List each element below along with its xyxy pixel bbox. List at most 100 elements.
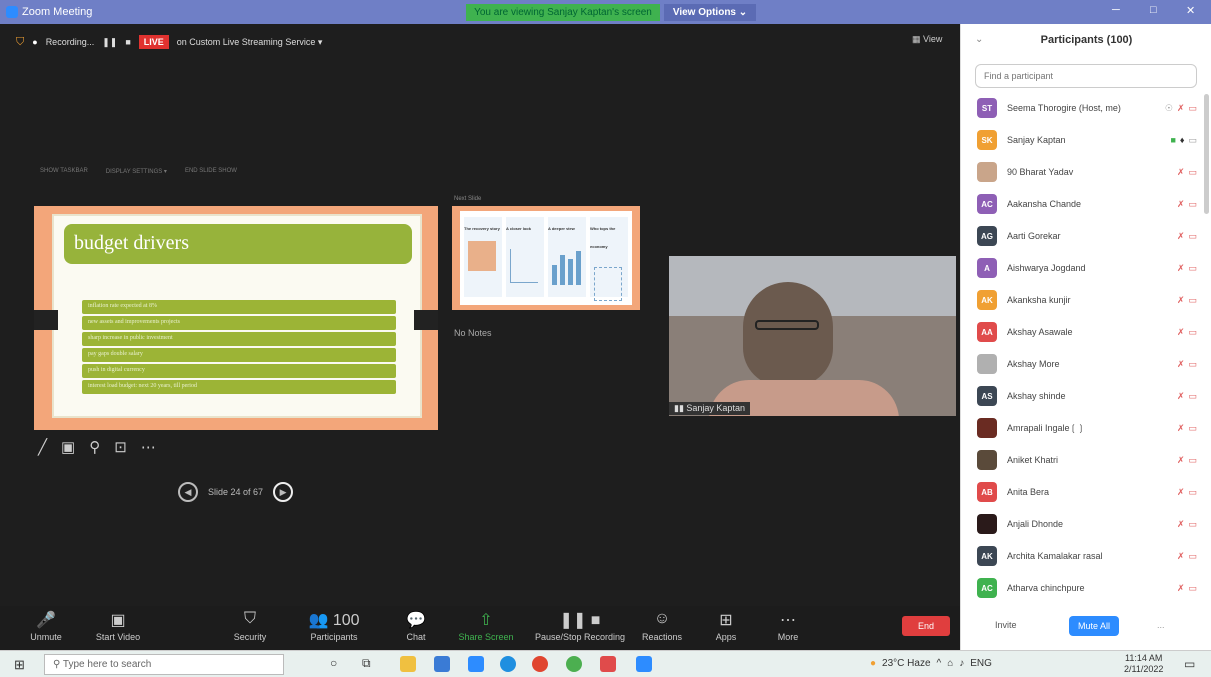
chat-button[interactable]: 💬 Chat: [376, 610, 456, 642]
invite-button[interactable]: Invite: [995, 620, 1017, 630]
close-icon[interactable]: ✕: [1186, 4, 1195, 17]
pause-stop-recording-label: Pause/Stop Recording: [534, 632, 626, 642]
participant-row[interactable]: AC Atharva chinchpure ✗ ▭: [977, 576, 1197, 600]
live-badge[interactable]: LIVE: [138, 35, 169, 49]
participant-name: Atharva chinchpure: [1007, 583, 1085, 593]
more-options-icon[interactable]: ⋯: [141, 438, 156, 456]
avatar: [977, 418, 997, 438]
mic-muted-icon: ✗: [1176, 422, 1185, 433]
participant-row[interactable]: AA Akshay Asawale ✗ ▭: [977, 320, 1197, 344]
participant-row[interactable]: Aniket Khatri ✗ ▭: [977, 448, 1197, 472]
participant-row[interactable]: AG Aarti Gorekar ✗ ▭: [977, 224, 1197, 248]
grid-view-icon[interactable]: ▣: [61, 438, 75, 456]
participants-button[interactable]: 👥 100 Participants: [294, 610, 374, 642]
participant-name: Akshay More: [1007, 359, 1060, 369]
cortana-icon[interactable]: ○: [330, 656, 337, 670]
unmute-button[interactable]: 🎤 Unmute: [6, 610, 86, 642]
avatar: [977, 450, 997, 470]
avatar: AA: [977, 322, 997, 342]
next-slide-button[interactable]: ▶: [273, 482, 294, 502]
start-video-button[interactable]: ▣ Start Video: [78, 610, 158, 642]
view-options-button[interactable]: View Options ⌄: [664, 4, 756, 21]
participant-row[interactable]: 90 Bharat Yadav ✗ ▭: [977, 160, 1197, 184]
powerpoint-icon[interactable]: [532, 656, 548, 672]
display-settings-button[interactable]: DISPLAY SETTINGS ▾: [106, 168, 167, 175]
taskbar-clock[interactable]: 11:14 AM 2/11/2022: [1124, 653, 1163, 675]
volume-icon[interactable]: ♪: [959, 658, 964, 669]
pen-icon[interactable]: ╱: [38, 438, 47, 456]
video-glasses: [755, 320, 819, 330]
participant-row[interactable]: Akshay More ✗ ▭: [977, 352, 1197, 376]
subtitles-icon[interactable]: ⊡: [114, 438, 127, 456]
mail-icon[interactable]: [434, 656, 450, 672]
participant-row[interactable]: ST Seema Thorogire (Host, me) ☉ ✗ ▭: [977, 96, 1197, 120]
more-label: More: [777, 632, 799, 642]
slide-bullet: new assets and improvements projects: [82, 316, 396, 330]
zoom-taskbar-icon[interactable]: [636, 656, 652, 672]
participant-row[interactable]: Anjali Dhonde ✗ ▭: [977, 512, 1197, 536]
avatar: SK: [977, 130, 997, 150]
show-taskbar-button[interactable]: SHOW TASKBAR: [40, 168, 88, 175]
mute-all-button[interactable]: Mute All: [1069, 616, 1119, 636]
end-slide-show-button[interactable]: END SLIDE SHOW: [185, 168, 237, 175]
video-off-icon: ▭: [1188, 358, 1197, 369]
network-icon[interactable]: ⌂: [947, 658, 953, 669]
pause-recording-button[interactable]: ❚❚: [102, 37, 117, 48]
next-slide-column: The recovery story: [464, 217, 502, 297]
avatar: AC: [977, 578, 997, 598]
next-slide-preview[interactable]: The recovery story A closer look A deepe…: [452, 206, 640, 310]
participant-row[interactable]: AK Akanksha kunjir ✗ ▭: [977, 288, 1197, 312]
participant-search-input[interactable]: [975, 64, 1197, 88]
participant-row[interactable]: Amrapali Ingale❲❳ ✗ ▭: [977, 416, 1197, 440]
chat-icon: 💬: [406, 612, 426, 629]
next-slide-canvas: The recovery story A closer look A deepe…: [460, 211, 632, 305]
participant-row[interactable]: AK Archita Kamalakar rasal ✗ ▭: [977, 544, 1197, 568]
app-icon[interactable]: [600, 656, 616, 672]
avatar: [977, 162, 997, 182]
file-explorer-icon[interactable]: [400, 656, 416, 672]
windows-start-icon[interactable]: ⊞: [14, 657, 25, 673]
taskbar-search[interactable]: ⚲ Type here to search: [44, 654, 284, 675]
participant-video[interactable]: [669, 256, 956, 416]
store-icon[interactable]: [468, 656, 484, 672]
lang-indicator[interactable]: ENG: [970, 658, 992, 669]
participant-row[interactable]: A Aishwarya Jogdand ✗ ▭: [977, 256, 1197, 280]
maximize-icon[interactable]: □: [1150, 4, 1157, 16]
participant-row[interactable]: AC Aakansha Chande ✗ ▭: [977, 192, 1197, 216]
participants-title: Participants (100): [1040, 34, 1133, 46]
video-camera-icon: ▣: [110, 612, 126, 629]
previous-slide-button[interactable]: ◀: [178, 482, 198, 502]
zoom-icon[interactable]: ⚲: [89, 438, 100, 456]
speaker-notes: No Notes: [454, 328, 492, 338]
minimize-icon[interactable]: ─: [1112, 4, 1120, 16]
current-slide[interactable]: budget drivers inflation rate expected a…: [34, 206, 438, 430]
video-off-icon: ▭: [1188, 166, 1197, 177]
streaming-service-dropdown[interactable]: on Custom Live Streaming Service ▾: [177, 37, 323, 48]
stop-recording-button[interactable]: ■: [125, 37, 130, 47]
task-view-icon[interactable]: ⧉: [362, 656, 371, 671]
pause-stop-recording-button[interactable]: ❚❚ ■ Pause/Stop Recording: [530, 610, 630, 642]
notification-icon[interactable]: ▭: [1184, 657, 1195, 671]
more-button[interactable]: ⋯ More: [748, 610, 828, 642]
participant-row[interactable]: SK Sanjay Kaptan ■ ♦ ▭: [977, 128, 1197, 152]
next-slide-column: A deeper view: [548, 217, 586, 297]
view-button[interactable]: ▦ View: [912, 34, 942, 45]
security-button[interactable]: ⛉ Security: [210, 610, 290, 642]
avatar: AB: [977, 482, 997, 502]
scrollbar[interactable]: [1204, 94, 1209, 214]
participant-row[interactable]: AS Akshay shinde ✗ ▭: [977, 384, 1197, 408]
panel-more-button[interactable]: ...: [1157, 620, 1165, 630]
weather-text[interactable]: 23°C Haze: [882, 658, 930, 669]
weather-icon: ●: [870, 658, 877, 669]
chrome-icon[interactable]: [566, 656, 582, 672]
chevron-up-icon[interactable]: ^: [937, 658, 942, 669]
end-meeting-button[interactable]: End: [902, 616, 950, 636]
video-off-icon: ▭: [1188, 518, 1197, 529]
video-off-icon: ▭: [1188, 294, 1197, 305]
next-slide-chart: [510, 249, 538, 283]
edge-icon[interactable]: [500, 656, 516, 672]
share-screen-button[interactable]: ⇧ Share Screen: [446, 610, 526, 642]
participant-name: Aarti Gorekar: [1007, 231, 1061, 241]
participant-row[interactable]: AB Anita Bera ✗ ▭: [977, 480, 1197, 504]
avatar: A: [977, 258, 997, 278]
